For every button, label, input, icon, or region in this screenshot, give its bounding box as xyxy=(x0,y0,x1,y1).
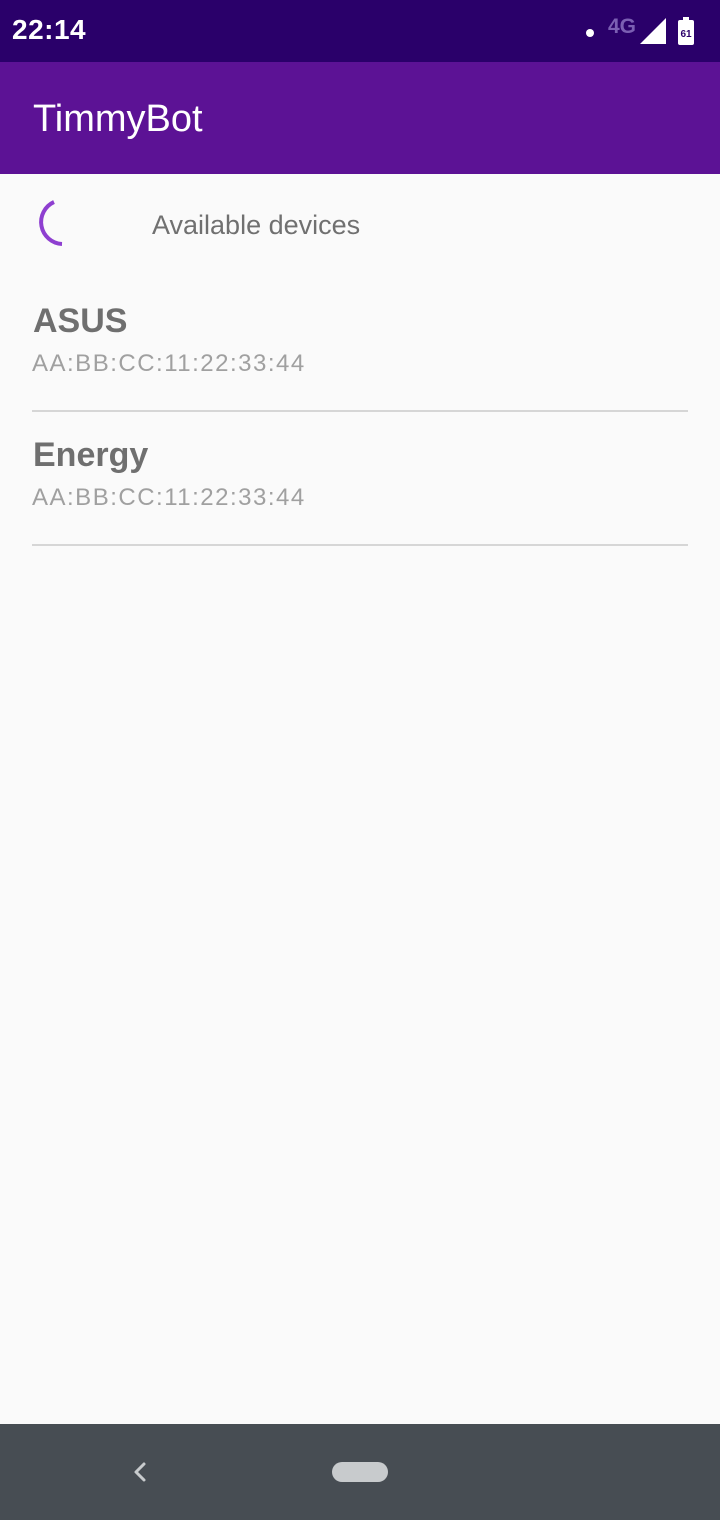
list-header: Available devices xyxy=(0,174,720,278)
device-address: AA:BB:CC:11:22:33:44 xyxy=(32,484,306,511)
navigation-bar xyxy=(0,1424,720,1520)
device-list: ASUS AA:BB:CC:11:22:33:44 Energy AA:BB:C… xyxy=(0,278,720,546)
app-title: TimmyBot xyxy=(33,98,203,140)
app-bar: TimmyBot xyxy=(0,62,720,174)
status-bar: 22:14 4G 61 xyxy=(0,0,720,62)
status-icons: 4G 61 xyxy=(585,14,694,48)
device-name: ASUS xyxy=(33,302,128,340)
network-type-label: 4G xyxy=(607,15,636,38)
notification-dot-icon xyxy=(585,29,594,37)
device-item-energy[interactable]: Energy AA:BB:CC:11:22:33:44 xyxy=(32,412,688,546)
device-name: Energy xyxy=(33,436,149,474)
back-icon[interactable] xyxy=(128,1458,152,1486)
battery-level-text: 61 xyxy=(680,29,692,40)
loading-spinner-icon xyxy=(39,200,63,246)
device-address: AA:BB:CC:11:22:33:44 xyxy=(32,350,306,377)
status-time: 22:14 xyxy=(12,14,87,45)
screen: 22:14 4G 61 TimmyBot Available devices A… xyxy=(0,0,720,1520)
list-header-label: Available devices xyxy=(152,210,361,240)
home-button[interactable] xyxy=(332,1462,388,1482)
signal-icon xyxy=(640,18,666,44)
battery-icon: 61 xyxy=(678,17,694,45)
device-item-asus[interactable]: ASUS AA:BB:CC:11:22:33:44 xyxy=(32,278,688,412)
